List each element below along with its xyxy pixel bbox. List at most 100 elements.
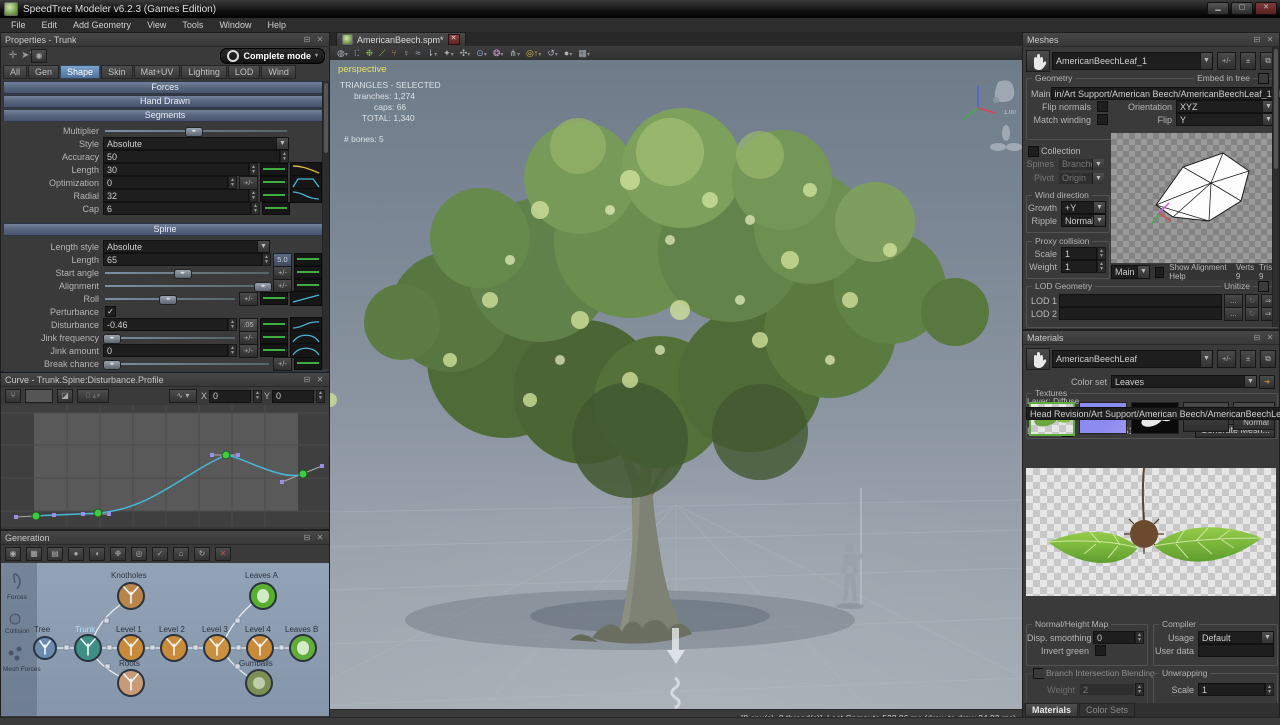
ripple-dropdown[interactable]: Normal▼ [1061, 214, 1106, 227]
node-group-icon[interactable]: ▤ [47, 547, 63, 561]
lod2-field[interactable] [1059, 307, 1222, 320]
menu-window[interactable]: Window [212, 19, 258, 31]
curve-x-input[interactable]: 0 [209, 390, 251, 403]
pick-help-icon[interactable]: ➤? [21, 51, 31, 60]
spines-dropdown[interactable]: Branched▼ [1058, 158, 1105, 171]
dock-icon[interactable]: ⊟ [302, 375, 312, 384]
perturbance-checkbox[interactable]: ✓ [105, 306, 116, 317]
curve-x-spinner[interactable]: ▲▼ [253, 390, 262, 403]
node-label-level3[interactable]: Level 3 [202, 625, 228, 634]
hand-icon[interactable] [1026, 348, 1050, 370]
disturbance-spinner[interactable]: ▲▼ [228, 318, 237, 331]
radial-input[interactable]: 32 [103, 189, 249, 202]
section-spine[interactable]: Spine [3, 223, 327, 236]
unitize-checkbox[interactable] [1258, 281, 1269, 292]
menu-add-geometry[interactable]: Add Geometry [66, 19, 138, 31]
flip-dropdown[interactable]: Y▼ [1176, 113, 1275, 126]
meshes-scrollbar[interactable] [1272, 47, 1279, 327]
season-tool-icon[interactable]: ✦▾ [443, 48, 454, 59]
grow-tool-icon[interactable]: ⇂▾ [427, 48, 438, 59]
select-mode-icon[interactable]: ◉ [5, 547, 21, 561]
variance-bar[interactable] [260, 344, 288, 357]
variance-bar[interactable] [294, 279, 322, 292]
plus-minus-button[interactable]: +/- [273, 266, 292, 280]
proxy-scale-spinner[interactable]: ▲▼ [1097, 247, 1106, 260]
browse-button[interactable]: ... [1224, 307, 1243, 321]
menu-tools[interactable]: Tools [175, 19, 210, 31]
dock-icon[interactable]: ⊟ [1252, 333, 1262, 342]
disp-smoothing-input[interactable]: 0 [1093, 631, 1135, 644]
unwrap-scale-input[interactable]: 1 [1198, 683, 1265, 696]
alignment-slider[interactable]: ◂▸ [103, 279, 271, 292]
node-label-gumballs[interactable]: Gumballs [239, 659, 273, 668]
roll-slider[interactable]: ◂▸ [103, 292, 237, 305]
tab-mat-uv[interactable]: Mat+UV [134, 65, 181, 79]
node-label-level2[interactable]: Level 2 [159, 625, 185, 634]
node-label-level4[interactable]: Level 4 [245, 625, 271, 634]
close-panel-icon[interactable]: ✕ [315, 375, 325, 384]
reload-icon[interactable]: ↻ [1245, 294, 1259, 308]
menu-file[interactable]: File [4, 19, 33, 31]
unwrap-scale-spinner[interactable]: ▲▼ [1265, 683, 1274, 696]
jink-amount-input[interactable]: 0 [103, 344, 228, 357]
dock-icon[interactable]: ⊟ [302, 533, 312, 542]
tools-icon[interactable]: ✛ [8, 51, 18, 60]
texture-path-field[interactable]: Head Revision/Art Support/American Beech… [1026, 407, 1280, 420]
tab-shape[interactable]: Shape [60, 65, 100, 79]
maximize-button[interactable]: ▢ [1231, 2, 1253, 15]
curve-preset-button[interactable]: ∿ ▾ [169, 389, 197, 403]
spine-length-input[interactable]: 65 [103, 253, 262, 266]
curve-swatch[interactable] [25, 389, 53, 403]
collection-checkbox[interactable] [1028, 146, 1039, 157]
node-add-icon[interactable]: ▦ [26, 547, 42, 561]
spine-length-spinner[interactable]: ▲▼ [262, 253, 271, 266]
eye-icon[interactable]: ◎ [131, 547, 147, 561]
mesh-select-dropdown[interactable]: AmericanBeechLeaf_1▼ [1052, 52, 1213, 70]
texture-preview[interactable] [1026, 468, 1276, 596]
variance-bar[interactable] [294, 266, 322, 279]
fan-tool-icon[interactable]: ✣▾ [460, 48, 471, 59]
tab-color-sets-bottom[interactable]: Color Sets [1079, 703, 1135, 717]
bib-weight-field[interactable]: 2 [1079, 683, 1135, 696]
plus-minus-button[interactable]: +/- [273, 357, 292, 371]
material-plus-minus-button[interactable]: +/- [1217, 350, 1236, 368]
history-icon[interactable]: ↻ [194, 547, 210, 561]
tab-materials-bottom[interactable]: Materials [1025, 703, 1078, 717]
accuracy-spinner[interactable]: ▲▼ [280, 150, 289, 163]
variance-bar[interactable] [260, 318, 288, 331]
optimization-spinner[interactable]: ▲▼ [228, 176, 237, 189]
mesh-preview[interactable] [1111, 133, 1275, 263]
plus-minus-button[interactable]: +/- [239, 292, 258, 306]
orientation-dropdown[interactable]: XYZ▼ [1176, 100, 1275, 113]
invert-green-checkbox[interactable] [1095, 645, 1106, 656]
proxy-scale-input[interactable]: 1 [1061, 247, 1097, 260]
proxy-weight-input[interactable]: 1 [1061, 260, 1097, 273]
node-label-level1[interactable]: Level 1 [116, 625, 142, 634]
side-mesh-forces-label[interactable]: Mesh Forces [3, 666, 41, 673]
minimize-button[interactable]: ▁ [1207, 2, 1229, 15]
nodes-tool-icon[interactable]: ⁝⁚ [354, 48, 360, 59]
curve-y-spinner[interactable]: ▲▼ [316, 390, 325, 403]
document-tab[interactable]: AmericanBeech.spm* ✕ [336, 32, 466, 46]
prune-tool-icon[interactable]: ⑂ [391, 48, 396, 58]
lock-icon[interactable]: ⌂ [173, 547, 189, 561]
plus-minus-button[interactable]: +/- [239, 344, 258, 358]
color-set-dropdown[interactable]: Leaves▼ [1111, 375, 1257, 388]
dock-icon[interactable]: ⊟ [302, 35, 312, 44]
plus-minus-button[interactable]: +/- [239, 331, 258, 345]
delete-icon[interactable]: ✕ [215, 547, 231, 561]
node-label-leaves-a[interactable]: Leaves A [245, 571, 279, 580]
complete-mode-button[interactable]: Complete mode ▾ [220, 48, 325, 64]
proxy-weight-spinner[interactable]: ▲▼ [1097, 260, 1106, 273]
length-style-dropdown[interactable]: Absolute▼ [103, 240, 270, 253]
viewport-canvas[interactable]: 1.00 perspective TRIANGLES - SELECTED br… [330, 60, 1022, 710]
tab-lod[interactable]: LOD [228, 65, 261, 79]
leaf-tool-icon[interactable]: ❉ [366, 48, 374, 59]
growth-dropdown[interactable]: +Y▼ [1061, 201, 1106, 214]
length-spinner[interactable]: ▲▼ [249, 163, 258, 176]
variance-bar[interactable] [260, 163, 288, 176]
plus-minus-button[interactable]: +/- [239, 176, 258, 190]
length-input[interactable]: 30 [103, 163, 249, 176]
cap-spinner[interactable]: ▲▼ [251, 202, 260, 215]
main-path-field[interactable]: in/Art Support/American Beech/AmericanBe… [1051, 87, 1280, 100]
